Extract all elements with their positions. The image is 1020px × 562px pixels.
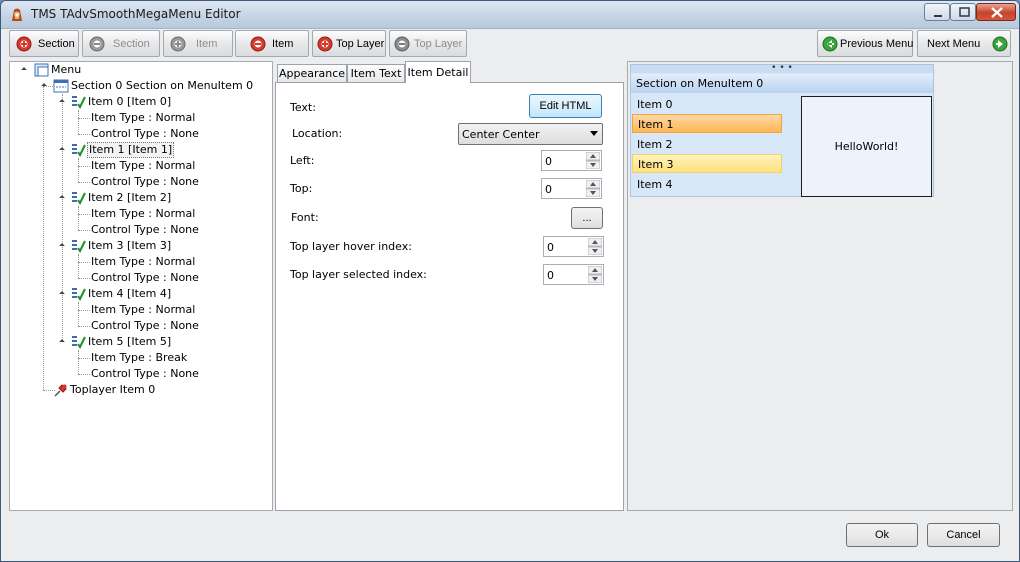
preview-item-selected[interactable]: Item 3: [632, 154, 782, 173]
delete-top-layer-button[interactable]: Top Layer: [389, 30, 467, 57]
expand-arrow-icon: [59, 147, 65, 153]
editor-window: TMS TAdvSmoothMegaMenu Editor Section Se…: [0, 0, 1020, 562]
location-value: Center Center: [462, 128, 540, 141]
tab-item-text[interactable]: Item Text: [347, 64, 405, 83]
item-icon: [72, 96, 86, 109]
previous-menu-button[interactable]: Previous Menu: [817, 30, 913, 57]
tree-node-menu[interactable]: Menu: [18, 62, 138, 78]
arrow-right-icon: [992, 36, 1008, 52]
next-menu-button[interactable]: Next Menu: [917, 30, 1011, 57]
close-icon: [991, 7, 1003, 18]
preview-item-hover[interactable]: Item 1: [632, 114, 782, 133]
item-icon: [72, 240, 86, 253]
location-label: Location:: [292, 127, 343, 140]
pushpin-icon: [54, 384, 67, 397]
text-label: Text:: [290, 101, 316, 114]
property-editor: Appearance Item Text Item Detail Text: E…: [275, 61, 624, 511]
close-button[interactable]: [976, 3, 1016, 21]
expand-arrow-icon: [21, 67, 27, 73]
left-label: Left:: [290, 154, 315, 167]
arrow-left-icon: [822, 36, 838, 52]
add-icon: [170, 36, 186, 52]
tree-node-item-1[interactable]: Item 1 [Item 1]: [56, 142, 176, 158]
tab-item-detail[interactable]: Item Detail: [405, 61, 471, 83]
title-bar: TMS TAdvSmoothMegaMenu Editor: [1, 1, 1019, 29]
cancel-button[interactable]: Cancel: [927, 523, 1000, 547]
item-icon: [72, 144, 86, 157]
left-spinner[interactable]: 0: [541, 150, 602, 171]
font-label: Font:: [291, 211, 319, 224]
item-icon: [72, 192, 86, 205]
minimize-icon: [934, 15, 942, 17]
spinner-arrows-icon[interactable]: [588, 238, 602, 255]
add-item-button[interactable]: Item: [163, 30, 233, 57]
expand-arrow-icon: [59, 291, 65, 297]
spinner-arrows-icon[interactable]: [586, 152, 600, 169]
tree-node-item-2[interactable]: Item 2 [Item 2]: [56, 190, 176, 206]
delete-section-button[interactable]: Section: [82, 30, 160, 57]
add-section-button[interactable]: Section: [9, 30, 79, 57]
add-icon: [16, 36, 32, 52]
tree-node-item-5[interactable]: Item 5 [Item 5]: [56, 334, 176, 350]
resize-grip[interactable]: • • •: [631, 64, 933, 73]
item-icon: [72, 288, 86, 301]
menu-icon: [34, 63, 49, 77]
top-label: Top:: [290, 182, 313, 195]
selected-index-spinner[interactable]: 0: [543, 264, 604, 285]
preview-item[interactable]: Item 0: [632, 95, 782, 114]
tab-appearance[interactable]: Appearance: [277, 64, 347, 83]
tree-node-section[interactable]: Section 0 Section on MenuItem 0: [38, 78, 258, 94]
delete-item-button[interactable]: Item: [235, 30, 309, 57]
section-icon: [53, 79, 69, 93]
add-icon: [317, 36, 333, 52]
add-top-layer-button[interactable]: Top Layer: [312, 30, 386, 57]
tree-node-item-3[interactable]: Item 3 [Item 3]: [56, 238, 176, 254]
chevron-down-icon: [590, 131, 598, 136]
hover-index-label: Top layer hover index:: [290, 240, 412, 253]
tree-node-item-4[interactable]: Item 4 [Item 4]: [56, 286, 176, 302]
app-icon: [12, 8, 22, 21]
preview-section-header: Section on MenuItem 0: [631, 74, 933, 93]
font-button[interactable]: ...: [571, 207, 603, 229]
location-select[interactable]: Center Center: [458, 123, 603, 145]
toolbar: Section Section Item Item Top Layer Top …: [9, 29, 1013, 59]
dialog-footer: Ok Cancel: [1, 513, 1019, 561]
expand-arrow-icon: [59, 99, 65, 105]
remove-icon: [89, 36, 105, 52]
top-spinner[interactable]: 0: [541, 178, 602, 199]
window-title: TMS TAdvSmoothMegaMenu Editor: [31, 7, 241, 21]
preview-menu[interactable]: • • • Section on MenuItem 0 Item 0 Item …: [630, 64, 934, 197]
expand-arrow-icon: [41, 83, 47, 89]
preview-item[interactable]: Item 4: [632, 175, 782, 194]
selected-index-label: Top layer selected index:: [290, 268, 427, 281]
expand-arrow-icon: [59, 195, 65, 201]
remove-icon: [250, 36, 266, 52]
expand-arrow-icon: [59, 243, 65, 249]
item-detail-page: Text: Edit HTML Location: Center Center …: [275, 82, 624, 511]
remove-icon: [394, 36, 410, 52]
tree-node-item-0[interactable]: Item 0 [Item 0]: [56, 94, 176, 110]
preview-item-content: HelloWorld!: [801, 96, 932, 197]
hover-index-spinner[interactable]: 0: [543, 236, 604, 257]
expand-arrow-icon: [59, 339, 65, 345]
minimize-button[interactable]: [924, 3, 950, 21]
edit-html-button[interactable]: Edit HTML: [529, 94, 602, 118]
maximize-button[interactable]: [950, 3, 976, 21]
menu-preview: • • • Section on MenuItem 0 Item 0 Item …: [627, 61, 1013, 511]
maximize-icon: [959, 7, 970, 17]
ok-button[interactable]: Ok: [846, 523, 918, 547]
preview-item[interactable]: Item 2: [632, 135, 782, 154]
spinner-arrows-icon[interactable]: [588, 266, 602, 283]
item-icon: [72, 336, 86, 349]
tree-node-toplayer[interactable]: Toplayer Item 0: [53, 382, 173, 398]
spinner-arrows-icon[interactable]: [586, 180, 600, 197]
menu-tree[interactable]: Menu Section 0 Section on MenuItem 0 Ite…: [9, 61, 273, 511]
